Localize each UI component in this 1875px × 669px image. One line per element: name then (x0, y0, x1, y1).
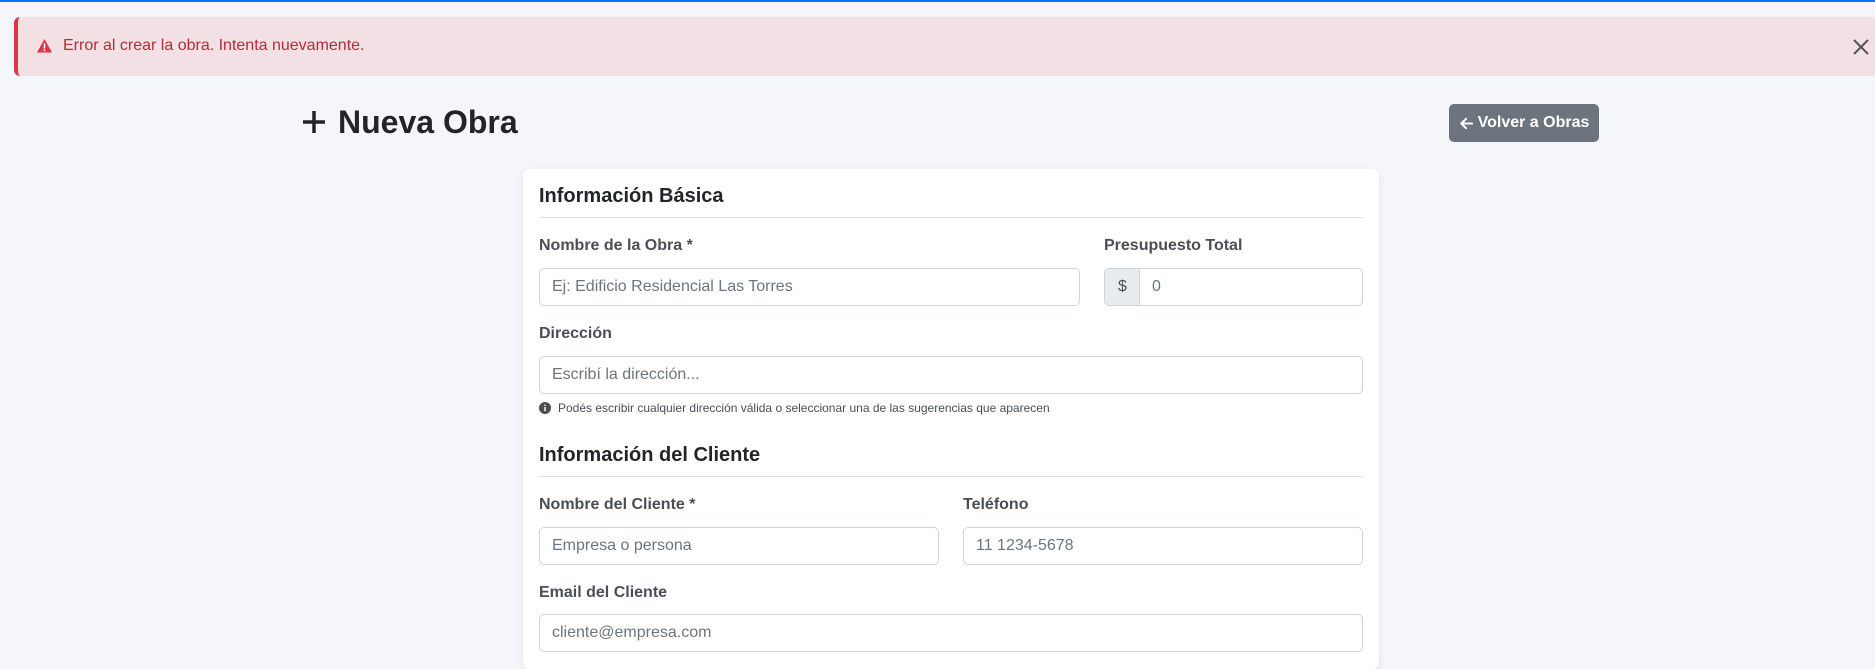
back-to-obras-button[interactable]: Volver a Obras (1449, 104, 1599, 142)
page-title: Nueva Obra (338, 103, 518, 140)
section-divider (539, 476, 1363, 477)
currency-addon: $ (1104, 268, 1140, 306)
address-help-text: Podés escribir cualquier dirección válid… (558, 401, 1050, 415)
section-title-client: Información del Cliente (539, 444, 761, 466)
address-label: Dirección (539, 325, 612, 342)
obra-name-label: Nombre de la Obra * (539, 237, 693, 254)
address-input[interactable] (539, 356, 1363, 394)
budget-label: Presupuesto Total (1104, 237, 1243, 254)
obra-name-input[interactable] (539, 268, 1080, 306)
phone-label: Teléfono (963, 496, 1029, 513)
address-help: Podés escribir cualquier dirección válid… (539, 401, 1050, 415)
top-accent-line (0, 0, 1875, 2)
client-name-label: Nombre del Cliente * (539, 496, 696, 513)
client-email-label: Email del Cliente (539, 584, 668, 601)
section-divider (539, 217, 1363, 218)
page-header: Nueva Obra (300, 101, 518, 143)
phone-input[interactable] (963, 527, 1363, 565)
section-title-basic: Información Básica (539, 185, 724, 207)
warning-triangle-icon (37, 39, 52, 53)
client-email-input[interactable] (539, 614, 1363, 652)
alert-message: Error al crear la obra. Intenta nuevamen… (63, 37, 365, 54)
arrow-left-icon (1459, 117, 1473, 129)
back-button-label: Volver a Obras (1477, 114, 1590, 131)
budget-input[interactable] (1139, 268, 1363, 306)
form-card: Información Básica Nombre de la Obra * P… (523, 169, 1379, 669)
client-name-input[interactable] (539, 527, 939, 565)
error-alert: Error al crear la obra. Intenta nuevamen… (14, 17, 1875, 76)
plus-icon (303, 111, 325, 133)
close-icon[interactable] (1847, 33, 1875, 61)
info-circle-icon (539, 402, 551, 414)
